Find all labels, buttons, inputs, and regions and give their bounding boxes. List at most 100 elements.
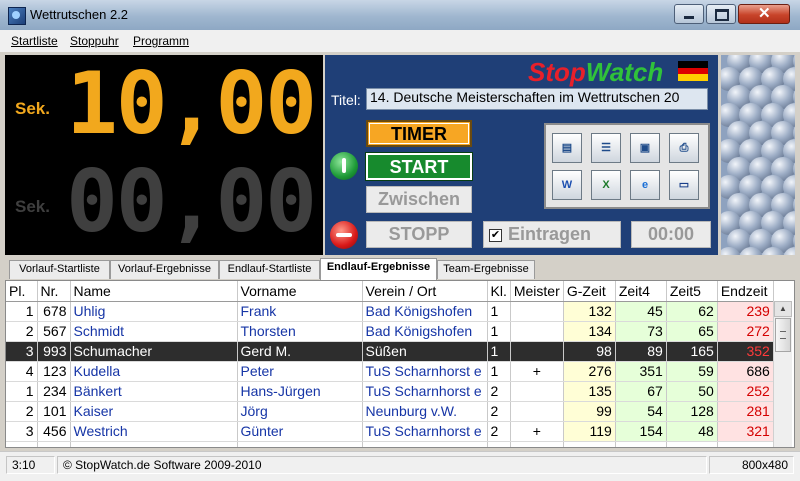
table-row[interactable]: 3 993 Schumacher Gerd M. Süßen 1 98 89 165 352 (6, 341, 774, 362)
clock-display: Sek. 10,00 Sek. 00,00 (5, 55, 323, 255)
table-cell: 123 (37, 361, 71, 382)
start-button[interactable]: START (365, 152, 473, 181)
timer-button[interactable]: TIMER (366, 120, 472, 147)
table-row[interactable]: 2 567 Schmidt Thorsten Bad Königshofen 1 134 73… (6, 321, 774, 342)
control-panel: StopWatch Titel: 14. Deutsche Meistersch… (325, 55, 718, 255)
table-cell: Schumacher (70, 341, 238, 362)
menu-programm[interactable]: Programm (133, 34, 189, 48)
window-title: Wettrutschen 2.2 (30, 7, 129, 22)
table-cell: 1 (487, 341, 511, 362)
document-list-icon[interactable]: ☰ (591, 133, 621, 163)
table-row[interactable]: 2 101 Kaiser Jörg Neunburg v.W. 2 99 54 128 281 (6, 401, 774, 422)
table-row[interactable]: 3 456 Westrich Günter TuS Scharnhorst e 2 +119… (6, 421, 774, 442)
title-bar: Wettrutschen 2.2 ✕ (0, 0, 800, 31)
column-header[interactable]: Meister (510, 281, 564, 302)
table-cell: 3 (6, 341, 38, 362)
table-cell: 2 (487, 401, 511, 422)
column-header[interactable]: Pl. (6, 281, 38, 302)
table-cell: 352 (717, 341, 774, 362)
table-cell: 2 (6, 401, 38, 422)
start-power-icon[interactable] (330, 152, 358, 180)
secondary-unit-label: Sek. (15, 197, 50, 216)
internet-explorer-icon[interactable]: e (630, 170, 660, 200)
printer-icon[interactable]: ⎙ (669, 133, 699, 163)
table-cell (510, 441, 564, 447)
table-cell: Gerd M. (237, 341, 363, 362)
table-cell: Uhlig (70, 301, 238, 322)
word-icon[interactable]: W (552, 170, 582, 200)
column-header[interactable]: Endzeit (717, 281, 774, 302)
column-header[interactable]: Kl. (487, 281, 511, 302)
table-cell: 65 (666, 321, 718, 342)
menu-stoppuhr[interactable]: Stoppuhr (70, 34, 119, 48)
table-row[interactable]: 1 678 Uhlig Frank Bad Königshofen 1 132 45 62 239 (6, 301, 774, 322)
table-cell (666, 441, 718, 447)
close-button[interactable]: ✕ (738, 4, 790, 24)
logo-stop: Stop (528, 57, 586, 87)
table-cell: 993 (37, 341, 71, 362)
table-cell: Günter (237, 421, 363, 442)
table-cell: 154 (615, 421, 667, 442)
tab-bar: Vorlauf-Startliste Vorlauf-Ergebnisse En… (5, 258, 795, 280)
eintragen-checkbox[interactable]: ✔ Eintragen (483, 221, 621, 248)
table-row[interactable]: 1 234 Bänkert Hans-Jürgen TuS Scharnhorst e2… (6, 381, 774, 402)
menu-startliste[interactable]: Startliste (11, 34, 58, 48)
maximize-button[interactable] (706, 4, 736, 24)
contact-card-icon[interactable]: ▤ (552, 133, 582, 163)
monitor-icon[interactable]: ▭ (669, 170, 699, 200)
vertical-scrollbar[interactable]: ▲ (773, 301, 792, 447)
excel-icon[interactable]: X (591, 170, 621, 200)
column-header[interactable]: G-Zeit (563, 281, 616, 302)
table-cell: 686 (717, 361, 774, 382)
table-cell: 45 (615, 301, 667, 322)
table-cell: Schmidt (70, 321, 238, 342)
table-cell: 272 (717, 321, 774, 342)
main-time-display: 10,00 (66, 54, 317, 154)
column-header[interactable]: Zeit5 (666, 281, 718, 302)
tab-endlauf-ergebnisse[interactable]: Endlauf-Ergebnisse (320, 258, 437, 280)
table-cell (362, 441, 488, 447)
table-cell: 567 (37, 321, 71, 342)
table-cell: 234 (37, 381, 71, 402)
table-cell (510, 301, 564, 322)
minimize-button[interactable] (674, 4, 704, 24)
column-header[interactable]: Verein / Ort (362, 281, 488, 302)
maximize-icon (715, 9, 729, 21)
secondary-time-display: 00,00 (66, 152, 317, 252)
checkbox-check-icon[interactable]: ✔ (489, 229, 502, 242)
table-cell (487, 441, 511, 447)
table-cell (615, 441, 667, 447)
save-disk-icon[interactable]: ▣ (630, 133, 660, 163)
table-cell: 128 (666, 401, 718, 422)
column-header[interactable]: Zeit4 (615, 281, 667, 302)
table-cell (510, 341, 564, 362)
column-header[interactable]: Name (70, 281, 238, 302)
table-cell: 165 (666, 341, 718, 362)
scroll-up-icon[interactable]: ▲ (774, 301, 792, 317)
stopwatch-logo: StopWatch (528, 57, 663, 88)
table-row[interactable]: 4 123 Kudella Peter TuS Scharnhorst e 1 +276 35… (6, 361, 774, 382)
tab-team-ergebnisse[interactable]: Team-Ergebnisse (437, 260, 535, 279)
table-cell: 119 (563, 421, 616, 442)
table-cell: 3 (6, 421, 38, 442)
table-cell: 1 (487, 321, 511, 342)
column-header[interactable]: Nr. (37, 281, 71, 302)
table-cell: 456 (37, 421, 71, 442)
scroll-thumb[interactable] (775, 318, 791, 352)
table-cell: 101 (37, 401, 71, 422)
table-cell: 2 (6, 321, 38, 342)
stop-minus-icon[interactable] (330, 221, 358, 249)
column-header[interactable]: Vorname (237, 281, 363, 302)
tab-endlauf-startliste[interactable]: Endlauf-Startliste (219, 260, 320, 279)
table-cell (510, 321, 564, 342)
stopp-button[interactable]: STOPP (366, 221, 472, 248)
tab-vorlauf-ergebnisse[interactable]: Vorlauf-Ergebnisse (110, 260, 219, 279)
minimize-icon (684, 16, 694, 19)
zwischen-button[interactable]: Zwischen (366, 186, 472, 213)
table-cell: 59 (666, 361, 718, 382)
decorative-spheres-image (721, 55, 795, 255)
empty-row (6, 441, 774, 447)
titel-input[interactable]: 14. Deutsche Meisterschaften im Wettruts… (366, 88, 708, 110)
table-cell: 134 (563, 321, 616, 342)
tab-vorlauf-startliste[interactable]: Vorlauf-Startliste (9, 260, 110, 279)
